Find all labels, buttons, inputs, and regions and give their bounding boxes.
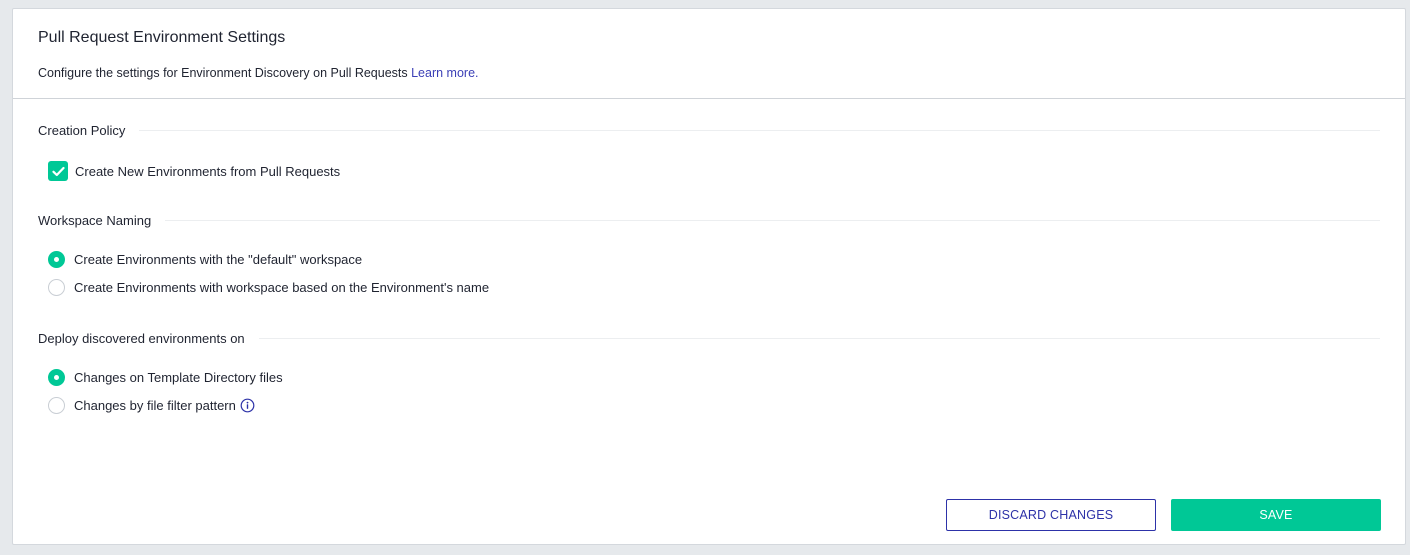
page-title: Pull Request Environment Settings — [38, 29, 286, 46]
deploy-template-dir-label: Changes on Template Directory files — [74, 369, 283, 385]
workspace-env-name-label: Create Environments with workspace based… — [74, 279, 490, 295]
settings-card: Pull Request Environment Settings Config… — [12, 8, 1406, 545]
creation-policy-header: Creation Policy — [38, 121, 1380, 139]
learn-more-link[interactable]: Learn more. — [411, 66, 478, 80]
page-description: Configure the settings for Environment D… — [38, 65, 1405, 81]
workspace-naming-section: Workspace Naming Create Environments wit… — [38, 211, 1380, 296]
deploy-header: Deploy discovered environments on — [38, 329, 1380, 347]
workspace-env-name-radio[interactable] — [48, 278, 65, 296]
creation-policy-title: Creation Policy — [38, 122, 126, 138]
save-button[interactable]: SAVE — [1171, 499, 1381, 531]
description-text: Configure the settings for Environment D… — [38, 66, 408, 80]
workspace-naming-header: Workspace Naming — [38, 211, 1380, 229]
workspace-env-name-option[interactable]: Create Environments with workspace based… — [48, 277, 489, 297]
radio-dot — [54, 374, 59, 380]
create-from-pr-label: Create New Environments from Pull Reques… — [75, 163, 341, 179]
section-divider — [165, 219, 1380, 221]
deploy-title: Deploy discovered environments on — [38, 330, 245, 346]
section-divider — [258, 337, 1380, 339]
deploy-template-dir-radio[interactable] — [48, 368, 65, 386]
section-divider — [139, 129, 1380, 131]
info-icon[interactable] — [240, 398, 255, 413]
card-header: Pull Request Environment Settings Config… — [13, 9, 1405, 99]
create-from-pr-option[interactable]: Create New Environments from Pull Reques… — [48, 161, 340, 181]
radio-dot — [54, 256, 59, 262]
workspace-default-label: Create Environments with the "default" w… — [74, 251, 363, 267]
creation-policy-section: Creation Policy Create New Environments … — [38, 121, 1380, 181]
checkmark-icon — [51, 166, 65, 176]
workspace-default-option[interactable]: Create Environments with the "default" w… — [48, 249, 362, 269]
deploy-section: Deploy discovered environments on Change… — [38, 329, 1380, 414]
create-from-pr-checkbox[interactable] — [48, 161, 68, 181]
deploy-template-dir-option[interactable]: Changes on Template Directory files — [48, 367, 283, 387]
workspace-default-radio[interactable] — [48, 250, 65, 268]
workspace-naming-title: Workspace Naming — [38, 212, 152, 228]
discard-changes-button[interactable]: DISCARD CHANGES — [946, 499, 1156, 531]
deploy-file-filter-label: Changes by file filter pattern — [74, 397, 236, 413]
deploy-file-filter-option[interactable]: Changes by file filter pattern — [48, 395, 255, 415]
deploy-file-filter-radio[interactable] — [48, 396, 65, 414]
